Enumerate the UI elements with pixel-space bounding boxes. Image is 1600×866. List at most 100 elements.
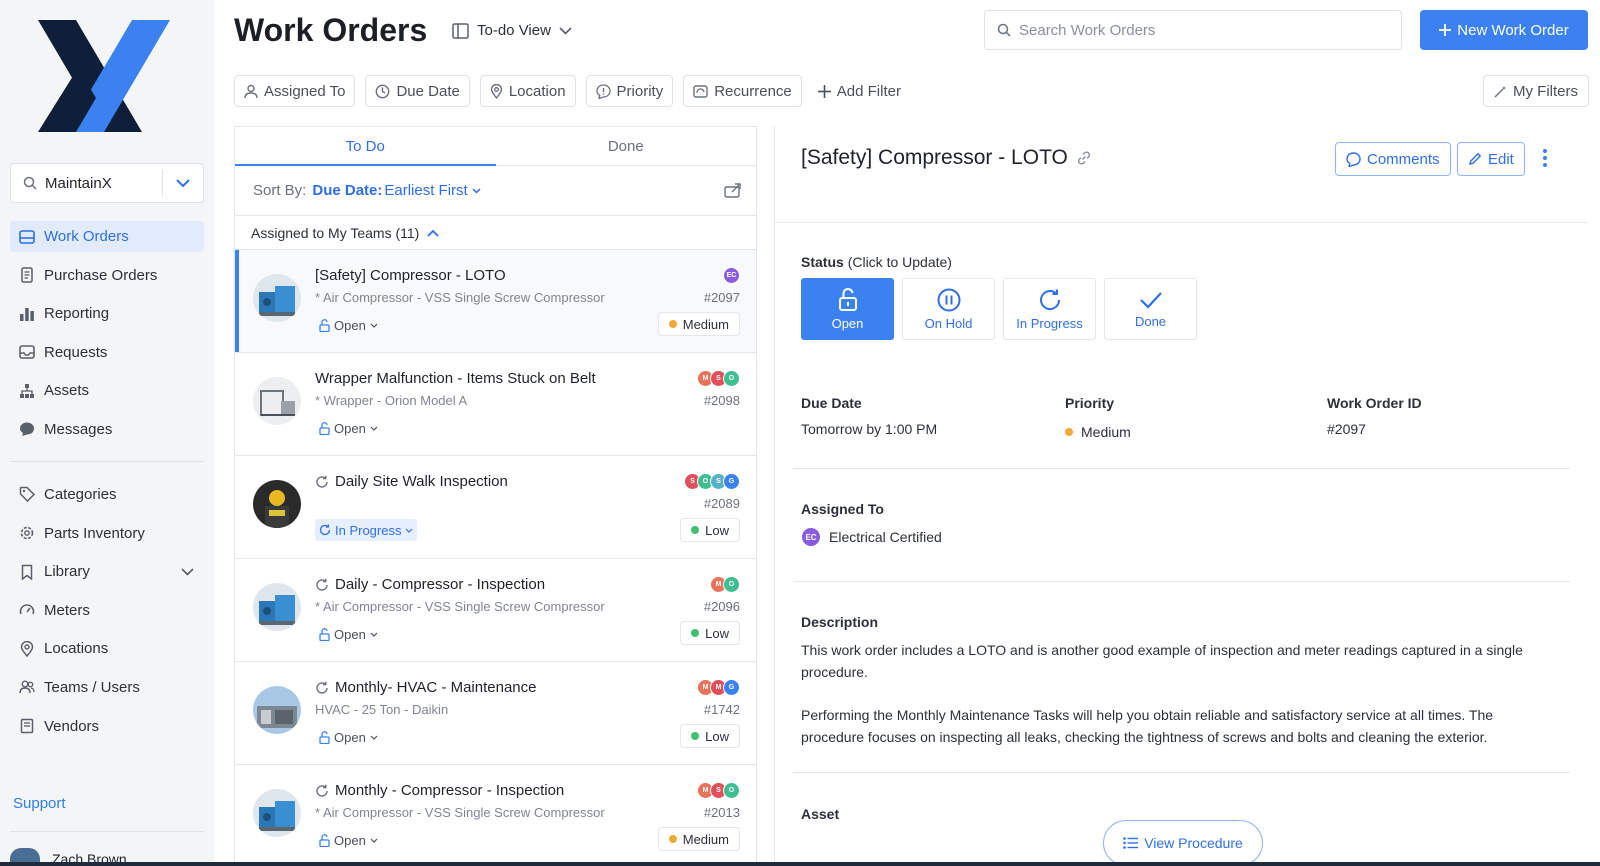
- asset-label: Asset: [801, 806, 840, 822]
- tab-to-do[interactable]: To Do: [235, 127, 496, 166]
- status-dropdown[interactable]: Open: [315, 726, 382, 748]
- unlock-icon: [319, 318, 330, 332]
- filter-priority[interactable]: Priority: [585, 75, 674, 107]
- add-filter-button[interactable]: Add Filter: [812, 75, 901, 107]
- group-header[interactable]: Assigned to My Teams (11): [235, 216, 756, 249]
- filter-recurrence[interactable]: Recurrence: [683, 75, 802, 107]
- support-link[interactable]: Support: [13, 795, 66, 812]
- avatar: O: [723, 576, 740, 593]
- status-in-progress-button[interactable]: In Progress: [1003, 278, 1096, 340]
- work-order-card[interactable]: [Safety] Compressor - LOTO * Air Compres…: [235, 249, 756, 352]
- sidebar-item-vendors[interactable]: Vendors: [10, 711, 204, 742]
- sidebar-item-reporting[interactable]: Reporting: [10, 298, 204, 329]
- work-order-asset: * Wrapper - Orion Model A: [315, 393, 468, 408]
- detail-title-text: [Safety] Compressor - LOTO: [801, 146, 1068, 169]
- bookmark-icon: [18, 563, 36, 581]
- avatar: O: [723, 782, 740, 799]
- search-input[interactable]: [1019, 21, 1379, 39]
- maintainx-logo[interactable]: [38, 20, 170, 132]
- sort-control[interactable]: Sort By: Due Date: Earliest First: [235, 166, 756, 216]
- status-open-button[interactable]: Open: [801, 278, 894, 340]
- status-dropdown[interactable]: Open: [315, 314, 382, 336]
- sidebar-item-locations[interactable]: Locations: [10, 633, 204, 664]
- sidebar-item-library[interactable]: Library: [10, 556, 204, 587]
- sidebar-item-parts-inventory[interactable]: Parts Inventory: [10, 518, 204, 549]
- description-paragraph: Performing the Monthly Maintenance Tasks…: [801, 707, 1494, 745]
- avatar: G: [723, 473, 740, 490]
- chevron-down-icon: [370, 838, 378, 843]
- comments-button[interactable]: Comments: [1335, 142, 1451, 176]
- org-name: MaintainX: [45, 174, 112, 192]
- filter-location[interactable]: Location: [479, 75, 576, 107]
- edit-button[interactable]: Edit: [1457, 142, 1525, 176]
- chevron-down-icon[interactable]: [181, 568, 194, 576]
- filter-assigned-to[interactable]: Assigned To: [234, 75, 356, 107]
- work-order-title: Monthly- HVAC - Maintenance: [315, 679, 536, 696]
- assigned-team[interactable]: EC Electrical Certified: [801, 527, 942, 547]
- sidebar-item-work-orders[interactable]: Work Orders: [10, 221, 204, 252]
- work-order-card[interactable]: Daily - Compressor - Inspection * Air Co…: [235, 558, 756, 661]
- work-order-id-label: Work Order ID: [1327, 395, 1422, 411]
- sidebar-item-purchase-orders[interactable]: Purchase Orders: [10, 260, 204, 291]
- work-order-title-text: Monthly- HVAC - Maintenance: [335, 679, 537, 696]
- view-procedure-button[interactable]: View Procedure: [1103, 820, 1263, 866]
- priority-badge: Low: [680, 621, 740, 645]
- assignee-avatars: EC: [723, 267, 740, 284]
- status-dropdown[interactable]: Open: [315, 417, 382, 439]
- status-option-label: Done: [1134, 313, 1167, 329]
- export-icon[interactable]: [724, 182, 742, 198]
- status-done-button[interactable]: Done: [1104, 278, 1197, 340]
- work-order-card[interactable]: Monthly - Compressor - Inspection * Air …: [235, 764, 756, 866]
- search-box[interactable]: [984, 10, 1402, 50]
- chevron-down-icon[interactable]: [163, 178, 203, 188]
- priority-dot: [1065, 428, 1073, 436]
- sidebar-item-meters[interactable]: Meters: [10, 595, 204, 626]
- sidebar-item-label: Assets: [44, 382, 90, 400]
- assignee-avatars: M M G: [697, 679, 740, 696]
- page-title: Work Orders: [234, 12, 428, 48]
- add-filter-label: Add Filter: [836, 82, 901, 100]
- org-switcher[interactable]: MaintainX: [10, 163, 204, 203]
- work-order-title-text: Daily Site Walk Inspection: [335, 473, 508, 490]
- avatar: O: [723, 370, 740, 387]
- avatar: EC: [801, 527, 821, 547]
- status-on-hold-button[interactable]: On Hold: [902, 278, 995, 340]
- sidebar-item-requests[interactable]: Requests: [10, 337, 204, 368]
- priority-dot: [691, 526, 700, 534]
- sidebar-item-categories[interactable]: Categories: [10, 479, 204, 510]
- sidebar-item-assets[interactable]: Assets: [10, 375, 204, 406]
- filter-label: Recurrence: [714, 82, 792, 100]
- due-date-label: Due Date: [801, 395, 862, 411]
- work-order-card[interactable]: Daily Site Walk Inspection In Progress S…: [235, 455, 756, 558]
- priority-dot: [691, 732, 700, 740]
- status-dropdown[interactable]: Open: [315, 829, 382, 851]
- unlock-icon: [319, 730, 330, 744]
- my-filters-button[interactable]: My Filters: [1483, 75, 1589, 107]
- filter-due-date[interactable]: Due Date: [365, 75, 470, 107]
- work-order-title: Wrapper Malfunction - Items Stuck on Bel…: [315, 370, 596, 387]
- sidebar-item-teams-users[interactable]: Teams / Users: [10, 672, 204, 703]
- work-order-id: #2013: [703, 805, 740, 820]
- view-switcher[interactable]: To-do View: [452, 22, 572, 39]
- more-options-icon[interactable]: [1542, 148, 1548, 168]
- sidebar-item-label: Library: [44, 563, 90, 581]
- sidebar-item-label: Categories: [44, 485, 117, 503]
- work-order-card[interactable]: Monthly- HVAC - Maintenance HVAC - 25 To…: [235, 661, 756, 764]
- link-icon[interactable]: [1076, 150, 1092, 166]
- user-icon: [244, 84, 258, 99]
- inbox-icon: [18, 343, 36, 361]
- asset-thumbnail: [253, 377, 301, 425]
- new-work-order-button[interactable]: New Work Order: [1420, 10, 1588, 50]
- app: MaintainX Work Orders Purchase Orders Re…: [0, 0, 1600, 866]
- status-dropdown[interactable]: In Progress: [315, 519, 418, 541]
- sidebar-item-messages[interactable]: Messages: [10, 414, 204, 445]
- description-paragraph: This work order includes a LOTO and is a…: [801, 642, 1523, 680]
- tab-done[interactable]: Done: [496, 127, 757, 165]
- priority-value: Medium: [1065, 424, 1131, 440]
- nav-divider: [10, 460, 204, 462]
- recurring-icon: [315, 784, 329, 798]
- work-order-card[interactable]: Wrapper Malfunction - Items Stuck on Bel…: [235, 352, 756, 455]
- list-icon: [1123, 837, 1139, 849]
- status-dropdown[interactable]: Open: [315, 623, 382, 645]
- filter-label: Priority: [616, 82, 664, 100]
